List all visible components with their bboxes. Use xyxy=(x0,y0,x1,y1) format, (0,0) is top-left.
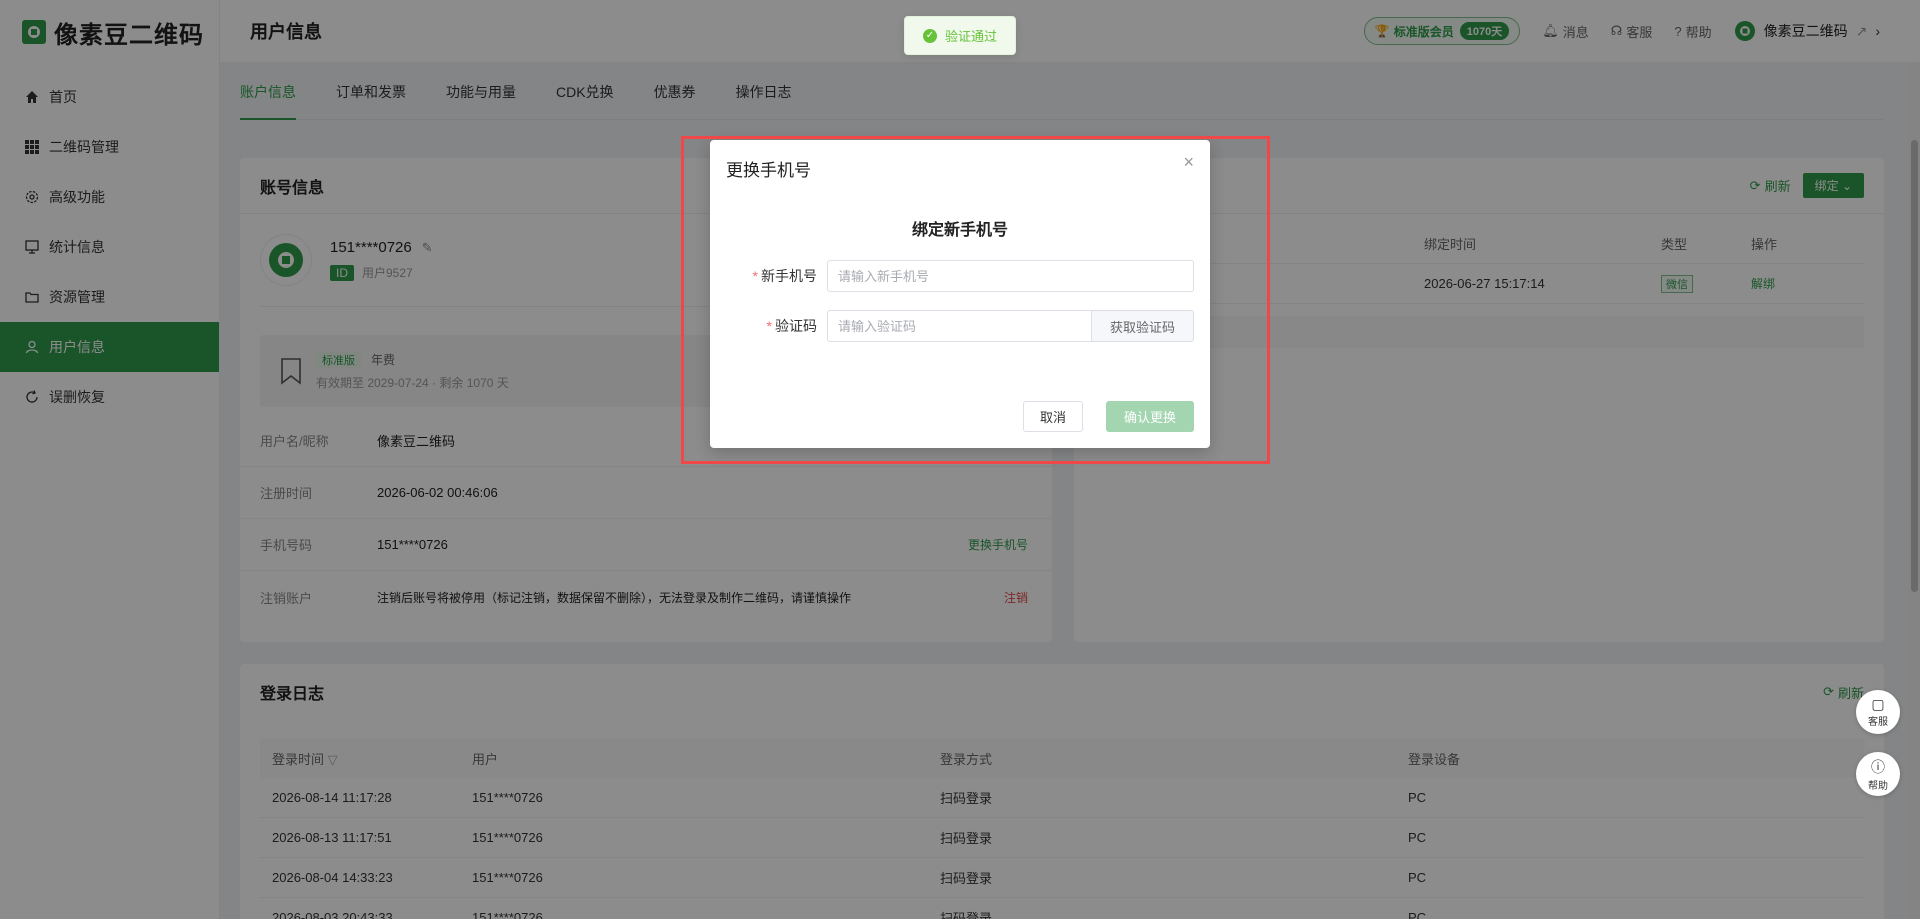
toast-text: 验证通过 xyxy=(944,29,997,44)
floating-help-label: 帮助 xyxy=(1868,780,1888,792)
highlight-box xyxy=(681,136,1270,464)
floating-support-button[interactable]: ▢ 客服 xyxy=(1856,690,1900,734)
chat-icon: ▢ xyxy=(1871,696,1885,712)
check-icon: ✓ xyxy=(922,28,937,43)
question-icon: ⓘ xyxy=(1871,758,1885,775)
floating-support-label: 客服 xyxy=(1868,717,1888,728)
floating-help-button[interactable]: ⓘ 帮助 xyxy=(1856,752,1900,796)
toast-message: ✓ 验证通过 xyxy=(904,16,1016,55)
